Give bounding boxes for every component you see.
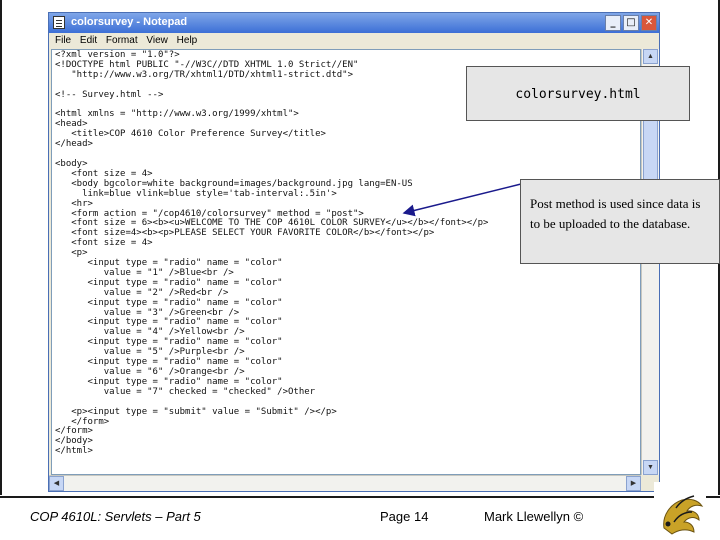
filename-callout: colorsurvey.html [466, 66, 690, 121]
slide-footer: COP 4610L: Servlets – Part 5 Page 14 Mar… [0, 498, 720, 540]
footer-course: COP 4610L: Servlets – Part 5 [30, 509, 201, 524]
post-method-callout: Post method is used since data is to be … [520, 179, 720, 264]
footer-page-number: Page 14 [380, 509, 429, 524]
ucf-pegasus-logo [654, 482, 706, 538]
footer-author: Mark Llewellyn © [484, 509, 584, 524]
